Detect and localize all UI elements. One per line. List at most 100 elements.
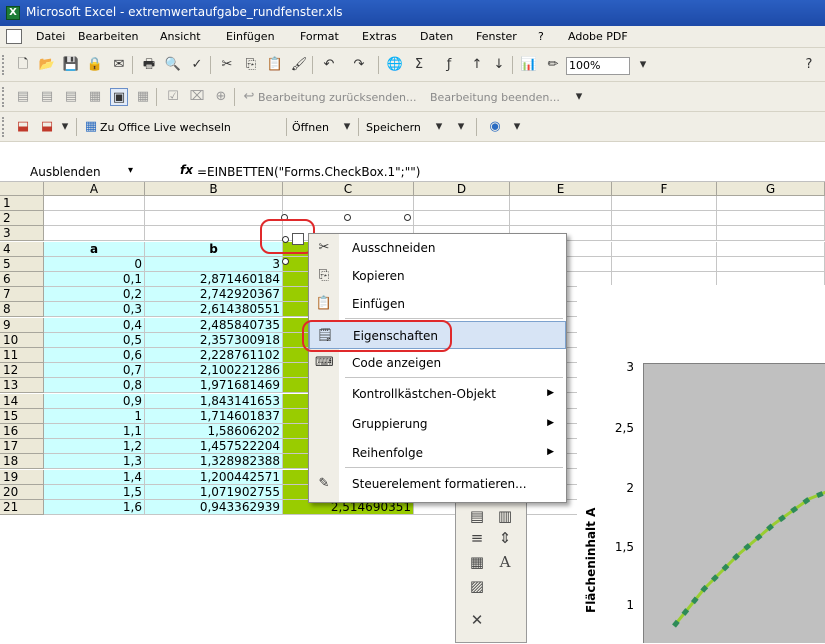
menu-bearbeiten[interactable]: Bearbeiten — [78, 30, 138, 43]
cut-icon[interactable]: ✂ — [218, 56, 236, 74]
review-icon-1[interactable]: ▤ — [14, 88, 32, 106]
cell-e[interactable] — [510, 211, 612, 226]
row-header[interactable]: 12 — [0, 363, 44, 378]
toolbar-grip[interactable] — [2, 117, 5, 137]
cell-b[interactable]: 2,228761102 — [145, 348, 283, 363]
column-header-g[interactable]: G — [717, 182, 825, 196]
cell-a[interactable]: a — [44, 242, 145, 257]
reply-with-changes-icon[interactable]: ↩ — [240, 88, 258, 106]
review-icon-3[interactable]: ▤ — [62, 88, 80, 106]
context-menu-item[interactable]: ✂ Ausschneiden — [309, 234, 566, 262]
cell-b[interactable]: 2,614380551 — [145, 302, 283, 317]
hyperlink-icon[interactable]: 🌐 — [386, 56, 404, 74]
cell-b[interactable]: 1,457522204 — [145, 439, 283, 454]
context-menu-item[interactable]: Kontrollkästchen-Objekt ▶ — [309, 380, 566, 408]
toolbar-grip[interactable] — [2, 87, 5, 107]
selection-handle[interactable] — [282, 258, 289, 265]
plot-area[interactable] — [643, 363, 825, 643]
redo-icon[interactable]: ↷ — [350, 56, 368, 74]
column-header-c[interactable]: C — [283, 182, 414, 196]
chart-wizard-icon[interactable]: 📊 — [520, 56, 538, 74]
cell-b[interactable]: 1,971681469 — [145, 378, 283, 393]
end-review-button[interactable]: Bearbeitung beenden... — [430, 91, 560, 104]
cell-a[interactable]: 1,6 — [44, 500, 145, 515]
toggle-control-icon[interactable]: ▦ — [466, 551, 488, 573]
cell-b[interactable]: 1,714601837 — [145, 409, 283, 424]
menu-fenster[interactable]: Fenster — [476, 30, 517, 43]
open-icon[interactable]: 📂 — [38, 56, 56, 74]
selection-handle[interactable] — [344, 214, 351, 221]
cell-b[interactable]: 1,200442571 — [145, 470, 283, 485]
menu-datei[interactable]: Datei — [36, 30, 65, 43]
listbox-control-icon[interactable]: ▤ — [466, 505, 488, 527]
more-controls-icon[interactable]: ✕ — [466, 609, 488, 631]
open-button[interactable]: Öffnen — [292, 121, 329, 134]
toolbar-grip[interactable] — [2, 55, 5, 75]
cell-b[interactable]: 2,742920367 — [145, 287, 283, 302]
context-menu-item[interactable]: ⌨ Code anzeigen — [309, 349, 566, 377]
row-header[interactable]: 2 — [0, 211, 44, 226]
row-header[interactable]: 1 — [0, 196, 44, 211]
sort-descending-icon[interactable]: ↓ — [490, 56, 508, 74]
print-icon[interactable]: 🖶 — [140, 56, 158, 74]
context-menu-item[interactable]: Gruppierung ▶ — [309, 410, 566, 438]
select-all-corner[interactable] — [0, 182, 44, 196]
new-icon[interactable]: 🗋 — [14, 56, 32, 74]
cell-a[interactable]: 0,2 — [44, 287, 145, 302]
cell-b[interactable]: 1,843141653 — [145, 394, 283, 409]
cell-g[interactable] — [717, 242, 825, 257]
formula-input[interactable]: =EINBETTEN("Forms.CheckBox.1";"") — [197, 165, 420, 179]
reply-with-changes-button[interactable]: Bearbeitung zurücksenden... — [258, 91, 416, 104]
row-header[interactable]: 8 — [0, 302, 44, 317]
menu-extras[interactable]: Extras — [362, 30, 397, 43]
row-header[interactable]: 15 — [0, 409, 44, 424]
cell-a[interactable]: 0,7 — [44, 363, 145, 378]
row-header[interactable]: 9 — [0, 318, 44, 333]
permission-icon[interactable]: 🔒 — [86, 56, 104, 74]
chevron-down-icon[interactable]: ▾ — [452, 118, 470, 136]
cell-g[interactable] — [717, 257, 825, 272]
cell-b[interactable]: 2,871460184 — [145, 272, 283, 287]
row-header[interactable]: 10 — [0, 333, 44, 348]
menu-einfuegen[interactable]: Einfügen — [226, 30, 275, 43]
cell-a[interactable]: 1,1 — [44, 424, 145, 439]
row-header[interactable]: 20 — [0, 485, 44, 500]
autosum-icon[interactable]: Σ — [410, 56, 428, 74]
cell-a[interactable] — [44, 226, 145, 241]
cell-f[interactable] — [612, 257, 717, 272]
cell-a[interactable]: 0,5 — [44, 333, 145, 348]
spinner-control-icon[interactable]: ⇕ — [494, 527, 516, 549]
row-header[interactable]: 7 — [0, 287, 44, 302]
document-icon[interactable] — [6, 29, 22, 44]
email-icon[interactable]: ✉ — [110, 56, 128, 74]
column-header-a[interactable]: A — [44, 182, 145, 196]
cell-b[interactable]: 3 — [145, 257, 283, 272]
context-menu-item[interactable]: ✎ Steuerelement formatieren... — [309, 470, 566, 498]
menu-ansicht[interactable]: Ansicht — [160, 30, 201, 43]
cell-b[interactable]: 0,943362939 — [145, 500, 283, 515]
cell-d[interactable] — [414, 211, 510, 226]
chevron-down-icon[interactable]: ▾ — [128, 165, 133, 176]
cell-a[interactable]: 0,8 — [44, 378, 145, 393]
image-control-icon[interactable]: ▨ — [466, 575, 488, 597]
print-preview-icon[interactable]: 🔍 — [164, 56, 182, 74]
save-icon[interactable]: 💾 — [62, 56, 80, 74]
menu-adobe-pdf[interactable]: Adobe PDF — [568, 30, 628, 43]
spelling-icon[interactable]: ✓ — [188, 56, 206, 74]
cell-g[interactable] — [717, 226, 825, 241]
copy-icon[interactable]: ⎘ — [242, 56, 260, 74]
row-header[interactable]: 13 — [0, 378, 44, 393]
chevron-down-icon[interactable]: ▾ — [634, 56, 652, 74]
pdf-options-icon[interactable]: ⬓ — [38, 118, 56, 136]
cell-f[interactable] — [612, 226, 717, 241]
row-header[interactable]: 3 — [0, 226, 44, 241]
review-icon-2[interactable]: ▤ — [38, 88, 56, 106]
menu-format[interactable]: Format — [300, 30, 339, 43]
cell-a[interactable] — [44, 196, 145, 211]
cell-b[interactable]: 2,100221286 — [145, 363, 283, 378]
cell-b[interactable] — [145, 196, 283, 211]
review-icon-6[interactable]: ☑ — [164, 88, 182, 106]
cell-b[interactable]: 1,328982388 — [145, 454, 283, 469]
cell-a[interactable]: 1,4 — [44, 470, 145, 485]
cell-b[interactable]: 1,071902755 — [145, 485, 283, 500]
